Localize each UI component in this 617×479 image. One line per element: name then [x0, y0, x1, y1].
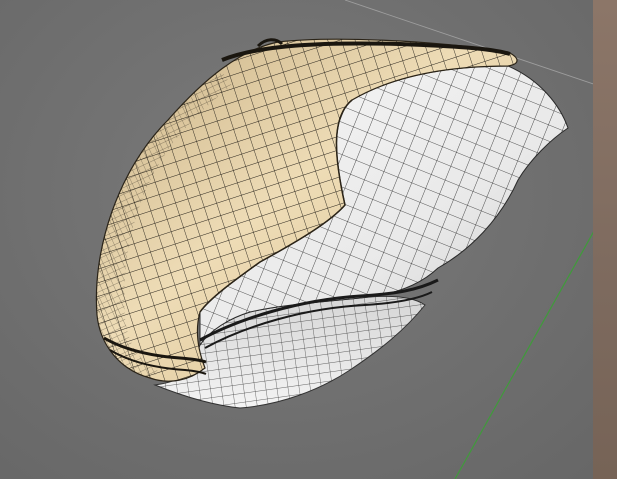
viewport-scene — [95, 0, 617, 479]
3d-viewport[interactable] — [0, 0, 617, 479]
side-panel-edge — [593, 0, 617, 479]
